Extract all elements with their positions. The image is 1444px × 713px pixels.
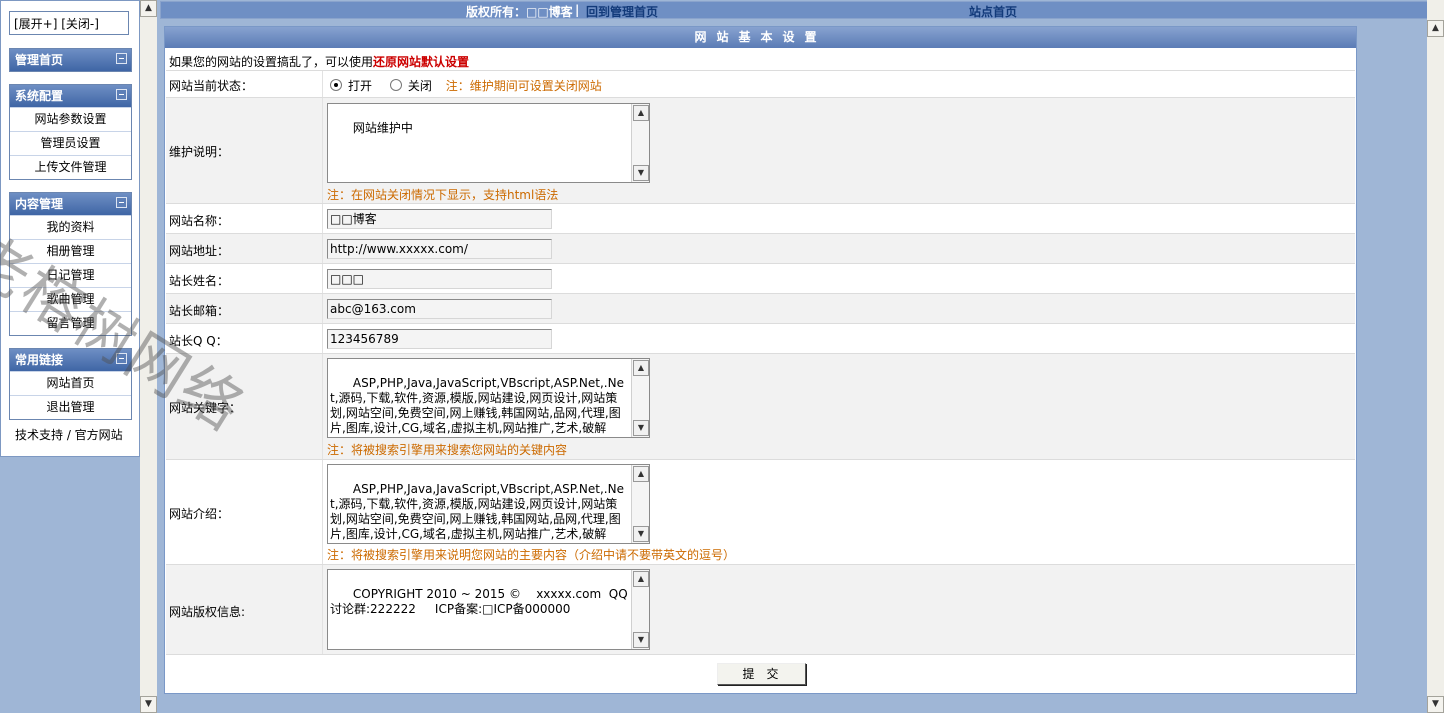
keywords-note: 注：将被搜索引擎用来搜索您网站的关键内容 xyxy=(327,443,568,457)
copyright-label: 网站版权信息: xyxy=(169,605,246,619)
sidebar-item-songs[interactable]: 歌曲管理 xyxy=(10,287,131,311)
scroll-down-arrow-icon[interactable]: ▼ xyxy=(633,526,649,542)
maintenance-textarea[interactable]: 网站维护中 ▲ ▼ xyxy=(327,103,650,183)
keywords-textarea[interactable]: ASP,PHP,Java,JavaScript,VBscript,ASP.Net… xyxy=(327,358,650,438)
keywords-label: 网站关键字： xyxy=(169,401,242,415)
main-scrollbar[interactable]: ▲ ▼ xyxy=(1427,0,1444,713)
sidebar-group-title: 系统配置 xyxy=(15,89,64,103)
scroll-down-arrow-icon[interactable]: ▼ xyxy=(1427,696,1444,713)
owner-qq-input[interactable]: 123456789 xyxy=(327,329,552,349)
owner-qq-label: 站长Q Q： xyxy=(169,334,228,348)
owner-email-input[interactable]: abc@163.com xyxy=(327,299,552,319)
owner-name-label: 站长姓名： xyxy=(169,274,230,288)
top-bar: 版权所有：□□博客 | 回到管理首页 站点首页 xyxy=(160,1,1444,19)
sidebar: [展开+] [关闭-] 管理首页 系统配置 网站参数设置 管理员设置 上传文件管… xyxy=(0,0,140,457)
status-open-label: 打开 xyxy=(348,79,373,93)
status-close-label: 关闭 xyxy=(407,79,432,93)
owner-qq-row: 站长Q Q： 123456789 xyxy=(166,324,1355,354)
site-url-label: 网站地址： xyxy=(169,244,230,258)
scroll-up-arrow-icon[interactable]: ▲ xyxy=(1427,20,1444,37)
collapse-icon[interactable] xyxy=(116,353,127,364)
settings-panel: 网站基本设置 如果您的网站的设置搞乱了，可以使用还原网站默认设置 网站当前状态：… xyxy=(164,26,1357,694)
sidebar-group-title: 内容管理 xyxy=(15,197,64,211)
sidebar-group-header[interactable]: 管理首页 xyxy=(10,49,131,71)
scroll-up-arrow-icon[interactable]: ▲ xyxy=(633,360,649,376)
textarea-scrollbar[interactable]: ▲ ▼ xyxy=(631,465,649,543)
sidebar-group-content: 内容管理 我的资料 相册管理 日记管理 歌曲管理 留言管理 xyxy=(9,192,132,336)
site-url-input[interactable]: http://www.xxxxx.com/ xyxy=(327,239,552,259)
description-textarea[interactable]: ASP,PHP,Java,JavaScript,VBscript,ASP.Net… xyxy=(327,464,650,544)
owner-name-row: 站长姓名： □□□ xyxy=(166,264,1355,294)
textarea-scrollbar[interactable]: ▲ ▼ xyxy=(631,359,649,437)
collapse-icon[interactable] xyxy=(116,53,127,64)
owner-name-input[interactable]: □□□ xyxy=(327,269,552,289)
scroll-down-arrow-icon[interactable]: ▼ xyxy=(140,696,157,713)
maintenance-value: 网站维护中 xyxy=(352,121,413,135)
site-name-input[interactable]: □□博客 xyxy=(327,209,552,229)
owner-email-row: 站长邮箱： abc@163.com xyxy=(166,294,1355,324)
copyright-value: COPYRIGHT 2010 ~ 2015 © xxxxx.com QQ讨论群:… xyxy=(330,587,628,616)
copyright-text: 版权所有：□□博客 xyxy=(466,5,573,19)
sidebar-scrollbar[interactable]: ▲ ▼ xyxy=(140,0,157,713)
textarea-scrollbar[interactable]: ▲ ▼ xyxy=(631,104,649,182)
panel-title: 网站基本设置 xyxy=(165,27,1356,48)
keywords-value: ASP,PHP,Java,JavaScript,VBscript,ASP.Net… xyxy=(330,376,624,435)
sidebar-group-title: 常用链接 xyxy=(15,353,64,367)
sidebar-group-title: 管理首页 xyxy=(15,53,64,67)
sidebar-item-site-params[interactable]: 网站参数设置 xyxy=(10,107,131,131)
site-name-label: 网站名称： xyxy=(169,214,230,228)
site-url-row: 网站地址： http://www.xxxxx.com/ xyxy=(166,234,1355,264)
collapse-icon[interactable] xyxy=(116,197,127,208)
scroll-up-arrow-icon[interactable]: ▲ xyxy=(633,466,649,482)
status-close-radio[interactable] xyxy=(389,79,402,91)
maintenance-label: 维护说明： xyxy=(169,145,230,159)
submit-button[interactable]: 提交 xyxy=(717,663,806,685)
site-home-link[interactable]: 站点首页 xyxy=(969,3,1017,20)
maintenance-note: 注：在网站关闭情况下显示，支持html语法 xyxy=(327,188,559,202)
sidebar-item-site-home[interactable]: 网站首页 xyxy=(10,371,131,395)
sidebar-item-albums[interactable]: 相册管理 xyxy=(10,239,131,263)
maintenance-row: 维护说明： 网站维护中 ▲ ▼ 注：在网站关闭情况下显示，支持html语法 xyxy=(166,98,1355,204)
intro-row: 如果您的网站的设置搞乱了，可以使用还原网站默认设置 xyxy=(166,49,1355,71)
sidebar-group-header[interactable]: 系统配置 xyxy=(10,85,131,107)
scroll-down-arrow-icon[interactable]: ▼ xyxy=(633,632,649,648)
status-open-radio[interactable] xyxy=(330,79,342,91)
status-label: 网站当前状态： xyxy=(169,79,254,93)
status-note: 注：维护期间可设置关闭网站 xyxy=(445,79,602,93)
copyright-row: 网站版权信息: COPYRIGHT 2010 ~ 2015 © xxxxx.co… xyxy=(166,565,1355,655)
sidebar-item-admin-settings[interactable]: 管理员设置 xyxy=(10,131,131,155)
description-value: ASP,PHP,Java,JavaScript,VBscript,ASP.Net… xyxy=(330,482,624,541)
status-row: 网站当前状态： 打开 关闭 注：维护期间可设置关闭网站 xyxy=(166,71,1355,98)
intro-text: 如果您的网站的设置搞乱了，可以使用 xyxy=(169,55,374,69)
sidebar-item-diary[interactable]: 日记管理 xyxy=(10,263,131,287)
support-links[interactable]: 技术支持 / 官方网站 xyxy=(15,426,123,443)
scroll-up-arrow-icon[interactable]: ▲ xyxy=(140,0,157,17)
collapse-icon[interactable] xyxy=(116,89,127,100)
owner-email-label: 站长邮箱： xyxy=(169,304,230,318)
sidebar-group-links: 常用链接 网站首页 退出管理 xyxy=(9,348,132,420)
scroll-down-arrow-icon[interactable]: ▼ xyxy=(633,165,649,181)
sidebar-group-header[interactable]: 常用链接 xyxy=(10,349,131,371)
sidebar-item-my-profile[interactable]: 我的资料 xyxy=(10,215,131,239)
restore-defaults-link[interactable]: 还原网站默认设置 xyxy=(373,55,469,69)
scroll-up-arrow-icon[interactable]: ▲ xyxy=(633,105,649,121)
description-note: 注：将被搜索引擎用来说明您网站的主要内容（介绍中请不要带英文的逗号） xyxy=(327,548,736,562)
sidebar-group-system: 系统配置 网站参数设置 管理员设置 上传文件管理 xyxy=(9,84,132,180)
scroll-up-arrow-icon[interactable]: ▲ xyxy=(633,571,649,587)
sidebar-item-logout[interactable]: 退出管理 xyxy=(10,395,131,419)
textarea-scrollbar[interactable]: ▲ ▼ xyxy=(631,570,649,649)
description-label: 网站介绍： xyxy=(169,507,230,521)
keywords-row: 网站关键字： ASP,PHP,Java,JavaScript,VBscript,… xyxy=(166,354,1355,460)
copyright-textarea[interactable]: COPYRIGHT 2010 ~ 2015 © xxxxx.com QQ讨论群:… xyxy=(327,569,650,650)
site-name-row: 网站名称： □□博客 xyxy=(166,204,1355,234)
sidebar-item-upload-files[interactable]: 上传文件管理 xyxy=(10,155,131,179)
separator: | xyxy=(575,3,580,17)
sidebar-group-admin-home: 管理首页 xyxy=(9,48,132,72)
sidebar-item-messages[interactable]: 留言管理 xyxy=(10,311,131,335)
expand-collapse-toggle[interactable]: [展开+] [关闭-] xyxy=(9,11,129,35)
scroll-down-arrow-icon[interactable]: ▼ xyxy=(633,420,649,436)
description-row: 网站介绍： ASP,PHP,Java,JavaScript,VBscript,A… xyxy=(166,460,1355,565)
sidebar-group-header[interactable]: 内容管理 xyxy=(10,193,131,215)
admin-home-link[interactable]: 回到管理首页 xyxy=(586,3,658,20)
